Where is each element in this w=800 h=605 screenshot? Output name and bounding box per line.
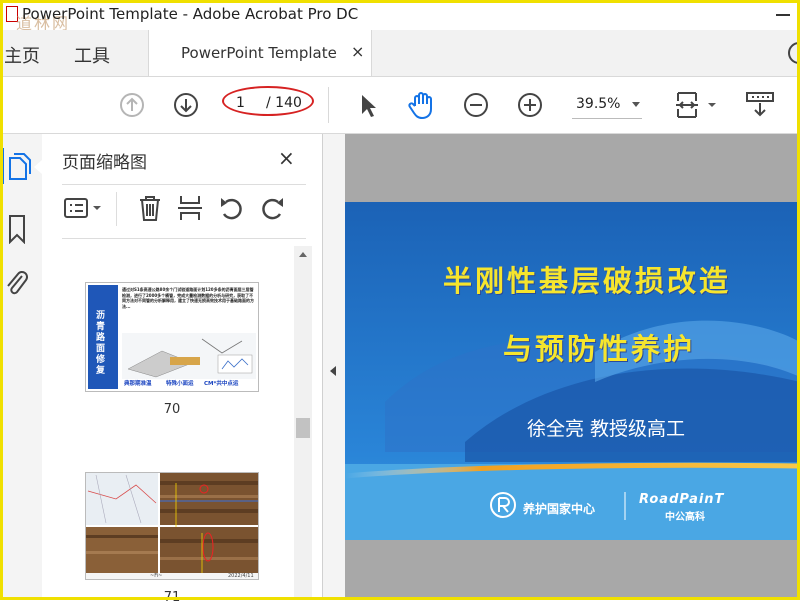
- red-highlight-oval: [222, 86, 314, 116]
- thumbnail-options-icon[interactable]: [62, 194, 108, 222]
- slide-logo-right-top: RoadPainT: [639, 492, 725, 507]
- thumbnail-page-label: 71: [163, 590, 181, 605]
- thumbnail-page-70[interactable]: 沥青路面修复 通过对S1条高速公路80余个门试验道路面计划120多条的沥青面层三…: [85, 282, 259, 392]
- bookmark-icon[interactable]: [6, 214, 28, 244]
- slide-title-line2: 与预防性养护: [503, 332, 696, 366]
- tab-document-label: PowerPoint Template: [181, 44, 337, 62]
- panel-scrollbar[interactable]: [294, 246, 312, 600]
- thumb-diagram: [122, 333, 256, 379]
- tab-close-icon[interactable]: ×: [351, 42, 364, 61]
- scrollbar-thumb[interactable]: [296, 418, 310, 438]
- collapse-arrow-icon[interactable]: [330, 366, 336, 376]
- tab-bar: 主页 工具 PowerPoint Template ×: [0, 30, 800, 77]
- panel-title: 页面缩略图: [62, 153, 147, 173]
- zoom-level-value: 39.5%: [576, 96, 621, 112]
- thumb-caption-1: 典那期准温: [124, 381, 152, 387]
- scroll-mode-icon[interactable]: [744, 91, 776, 119]
- thumb-radar-images: [86, 473, 258, 579]
- attachment-icon[interactable]: [4, 268, 30, 298]
- nav-home[interactable]: 主页: [4, 42, 40, 68]
- rail-pointer: [34, 160, 42, 174]
- slide-background: [345, 202, 800, 540]
- title-bar: 道林网 PowerPoint Template - Adobe Acrobat …: [0, 0, 800, 33]
- select-arrow-icon[interactable]: [354, 91, 382, 119]
- thumb-body-text: 通过对S1条高速公路80余个门试验道路面计划120多条的沥青面层三层管检测，进行…: [122, 287, 254, 309]
- insert-page-icon[interactable]: [176, 194, 204, 222]
- thumb-caption-2: 特殊小面运: [166, 381, 194, 387]
- panel-close-icon[interactable]: ×: [278, 146, 295, 170]
- window-title: PowerPoint Template - Adobe Acrobat Pro …: [22, 5, 359, 23]
- page-thumbnails-icon[interactable]: [6, 152, 32, 182]
- toolbar: 1 / 140 39.5%: [0, 77, 800, 134]
- thumb-date: 2022/4/11: [228, 573, 254, 579]
- rotate-right-icon[interactable]: [258, 194, 286, 222]
- slide-author: 徐全亮 教授级高工: [527, 418, 686, 440]
- panel-divider: [62, 184, 306, 185]
- thumb-side-text: 沥青路面修复: [96, 311, 106, 376]
- thumbnail-page-label: 70: [163, 402, 181, 417]
- panel-divider: [62, 238, 306, 239]
- page-fit-icon[interactable]: [674, 91, 718, 119]
- chevron-down-icon: [632, 102, 640, 107]
- panel-tool-divider: [116, 192, 117, 226]
- panel-collapse-strip[interactable]: [323, 134, 345, 600]
- document-view[interactable]: 半刚性基层破损改造 与预防性养护 徐全亮 教授级高工 养护国家中心 RoadPa…: [345, 134, 800, 600]
- help-icon[interactable]: [788, 42, 800, 64]
- nav-tools[interactable]: 工具: [74, 42, 110, 68]
- next-page-icon[interactable]: [172, 91, 200, 119]
- zoom-level-select[interactable]: 39.5%: [572, 94, 642, 119]
- rail-selection-indicator: [0, 148, 4, 184]
- toolbar-divider: [328, 87, 329, 123]
- minimize-button[interactable]: [774, 4, 794, 24]
- thumb-side-bar: 沥青路面修复: [88, 285, 118, 389]
- thumbnail-page-71[interactable]: ~Fi~ 2022/4/11: [85, 472, 259, 580]
- thumb-caption-3: CM*共中点运: [204, 381, 239, 387]
- hand-icon[interactable]: [406, 89, 438, 121]
- thumb-footer-left: ~Fi~: [150, 573, 163, 579]
- slide-page: 半刚性基层破损改造 与预防性养护 徐全亮 教授级高工 养护国家中心 RoadPa…: [345, 202, 800, 540]
- zoom-in-icon[interactable]: [516, 91, 544, 119]
- prev-page-icon[interactable]: [118, 91, 146, 119]
- tab-document[interactable]: PowerPoint Template ×: [148, 30, 372, 76]
- delete-icon[interactable]: [136, 194, 164, 222]
- page-number-field[interactable]: 1 / 140: [222, 86, 314, 116]
- slide-logo-left: 养护国家中心: [523, 502, 596, 516]
- slide-title-line1: 半刚性基层破损改造: [443, 264, 732, 298]
- rotate-left-icon[interactable]: [218, 194, 246, 222]
- scroll-up-icon[interactable]: [299, 252, 307, 257]
- thumbnail-panel: 页面缩略图 × 沥青路面修复 通过对S1条高速公路80余个门试验道路面计划120…: [42, 134, 323, 605]
- zoom-out-icon[interactable]: [462, 91, 490, 119]
- left-rail: [0, 134, 42, 600]
- slide-logo-right-bottom: 中公高科: [665, 512, 705, 523]
